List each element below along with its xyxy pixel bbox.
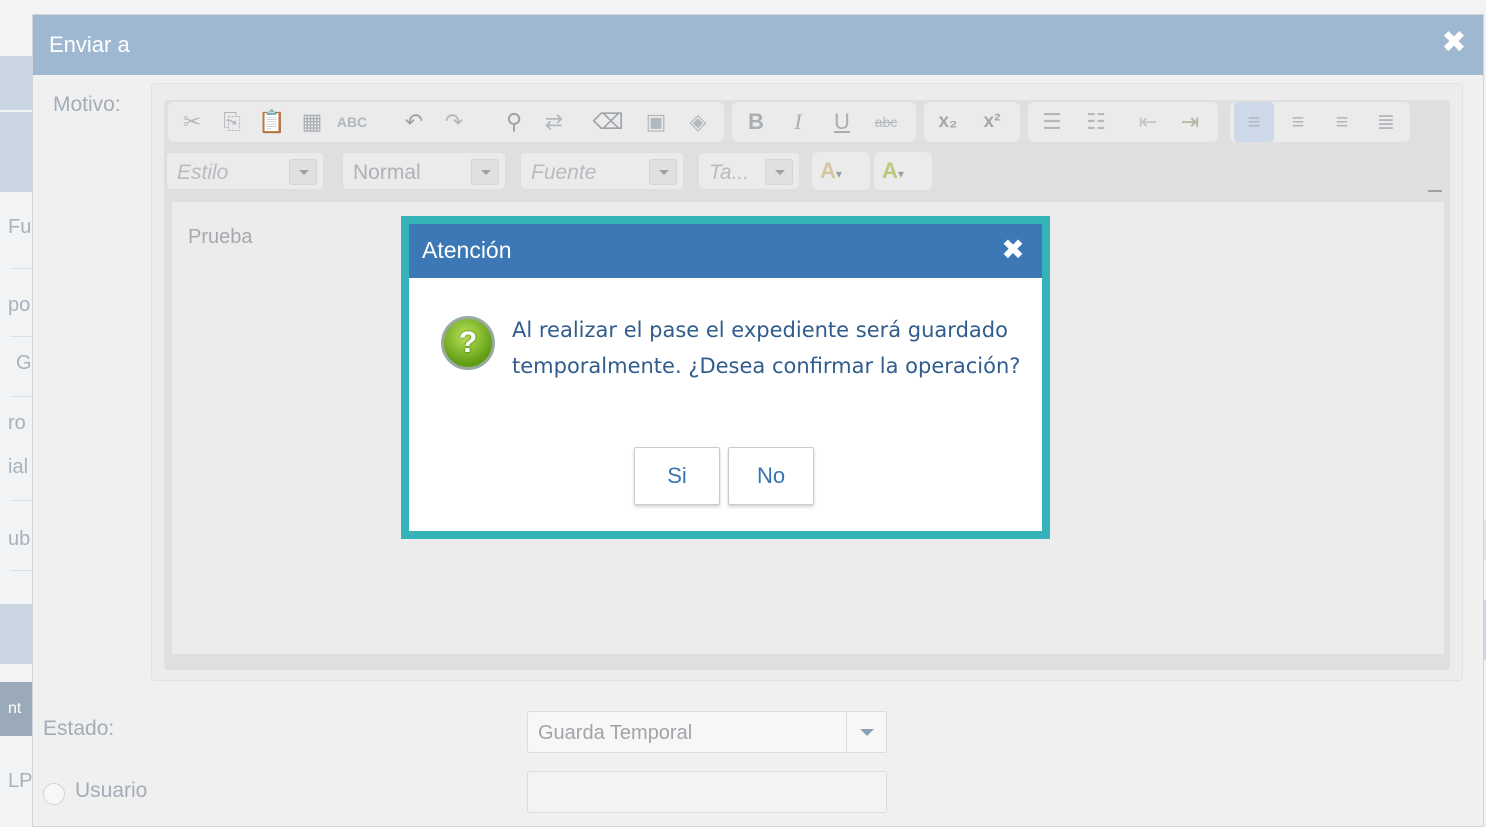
numbered-list-icon[interactable]: ☰ bbox=[1032, 102, 1072, 142]
maximize-icon[interactable]: ◈ bbox=[678, 102, 718, 142]
atencion-dialog: Atención ✖ ? Al realizar el pase el expe… bbox=[409, 224, 1042, 531]
toolbar-align-group: ≡ ≡ ≡ ≣ bbox=[1230, 102, 1410, 142]
find-icon[interactable]: ⚲ bbox=[494, 102, 534, 142]
replace-icon[interactable]: ⇄ bbox=[534, 102, 574, 142]
background-text: G bbox=[16, 352, 32, 374]
close-icon[interactable]: ✖ bbox=[1439, 27, 1469, 59]
italic-icon[interactable]: I bbox=[778, 102, 818, 142]
superscript-icon[interactable]: x² bbox=[972, 102, 1012, 142]
copy-icon[interactable]: ⎘ bbox=[212, 102, 252, 142]
chevron-down-icon[interactable] bbox=[846, 712, 886, 752]
justify-icon[interactable]: ≣ bbox=[1366, 102, 1406, 142]
bulleted-list-icon[interactable]: ☷ bbox=[1076, 102, 1116, 142]
format-combo-value: Normal bbox=[353, 161, 421, 184]
bold-icon[interactable]: B bbox=[736, 102, 776, 142]
dialog-message: Al realizar el pase el expediente será g… bbox=[512, 318, 1021, 378]
format-combo[interactable]: Normal bbox=[342, 152, 506, 190]
chevron-down-icon[interactable] bbox=[289, 159, 317, 185]
estado-select-value: Guarda Temporal bbox=[538, 722, 693, 744]
paste-icon[interactable]: 📋 bbox=[252, 102, 292, 142]
indent-icon[interactable]: ⇥ bbox=[1170, 102, 1210, 142]
size-combo[interactable]: Ta... bbox=[698, 152, 800, 190]
editor-text: Prueba bbox=[188, 226, 253, 248]
usuario-input[interactable] bbox=[527, 771, 887, 813]
spellcheck-icon[interactable]: ABC bbox=[332, 102, 372, 142]
text-color-icon[interactable]: A▾ bbox=[812, 152, 870, 190]
font-combo[interactable]: Fuente bbox=[520, 152, 684, 190]
select-all-icon[interactable]: ▣ bbox=[636, 102, 676, 142]
collapse-toolbar-icon[interactable] bbox=[1428, 178, 1442, 192]
close-icon[interactable]: ✖ bbox=[998, 233, 1028, 267]
subscript-icon[interactable]: x₂ bbox=[928, 102, 968, 142]
toolbar-format-group: B I U abc bbox=[732, 102, 916, 142]
cut-icon[interactable]: ✂ bbox=[172, 102, 212, 142]
outdent-icon[interactable]: ⇤ bbox=[1128, 102, 1168, 142]
align-right-icon[interactable]: ≡ bbox=[1322, 102, 1362, 142]
font-combo-value: Fuente bbox=[531, 161, 597, 184]
no-button[interactable]: No bbox=[728, 447, 814, 505]
yes-button[interactable]: Si bbox=[634, 447, 720, 505]
chevron-down-icon[interactable] bbox=[649, 159, 677, 185]
usuario-label: Usuario bbox=[75, 779, 148, 802]
toolbar-script-group: x₂ x² bbox=[924, 102, 1020, 142]
motivo-label: Motivo: bbox=[53, 93, 121, 116]
strikethrough-icon[interactable]: abc bbox=[866, 102, 906, 142]
estado-select[interactable]: Guarda Temporal bbox=[527, 711, 887, 753]
usuario-radio[interactable] bbox=[43, 783, 65, 805]
window-title: Enviar a bbox=[49, 32, 130, 57]
dialog-title: Atención bbox=[422, 237, 512, 263]
background-text: Fu bbox=[8, 216, 32, 238]
underline-icon[interactable]: U bbox=[822, 102, 862, 142]
style-combo-value: Estilo bbox=[177, 161, 229, 184]
size-combo-value: Ta... bbox=[709, 161, 750, 184]
window-header: Enviar a ✖ bbox=[33, 15, 1483, 75]
question-icon: ? bbox=[441, 316, 495, 370]
estado-label: Estado: bbox=[43, 717, 115, 740]
background-text: nt bbox=[8, 700, 22, 717]
background-text: po bbox=[8, 294, 31, 316]
chevron-down-icon[interactable] bbox=[471, 159, 499, 185]
eraser-icon[interactable]: ⌫ bbox=[588, 102, 628, 142]
background-text: ial bbox=[8, 456, 29, 478]
style-combo[interactable]: Estilo bbox=[166, 152, 324, 190]
align-left-icon[interactable]: ≡ bbox=[1234, 102, 1274, 142]
align-center-icon[interactable]: ≡ bbox=[1278, 102, 1318, 142]
chevron-down-icon[interactable] bbox=[765, 159, 793, 185]
background-text: ub bbox=[8, 528, 31, 550]
redo-icon[interactable]: ↷ bbox=[434, 102, 474, 142]
paste-word-icon[interactable]: ▦ bbox=[292, 102, 332, 142]
toolbar-clipboard-group: ✂ ⎘ 📋 ▦ ABC ↶ ↷ ⚲ ⇄ ⌫ ▣ ◈ bbox=[168, 102, 724, 142]
question-mark: ? bbox=[458, 326, 478, 359]
undo-icon[interactable]: ↶ bbox=[394, 102, 434, 142]
toolbar-list-group: ☰ ☷ ⇤ ⇥ bbox=[1028, 102, 1218, 142]
background-text: LP bbox=[8, 770, 33, 792]
background-color-icon[interactable]: A▾ bbox=[874, 152, 932, 190]
dialog-header: Atención ✖ bbox=[409, 224, 1042, 278]
background-text: ro bbox=[8, 412, 26, 434]
